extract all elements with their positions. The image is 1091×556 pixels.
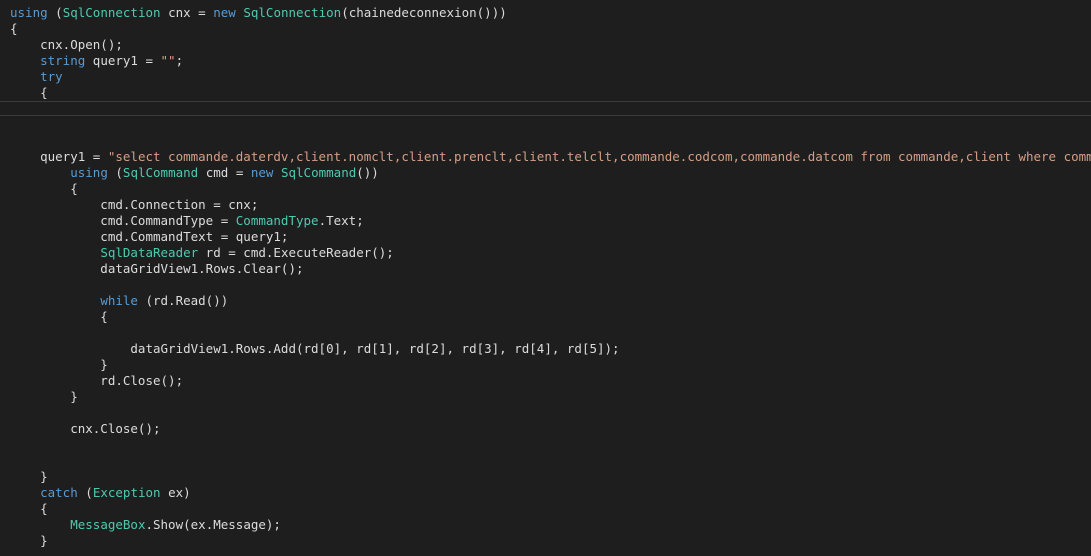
code-token: cmd.CommandType = (10, 213, 236, 228)
code-token: dataGridView1.Rows.Add(rd[0], rd[1], rd[… (10, 341, 620, 356)
code-line[interactable]: { (10, 309, 1091, 325)
code-line[interactable]: try (10, 69, 1091, 85)
code-line[interactable]: using (SqlConnection cnx = new SqlConnec… (10, 5, 1091, 21)
code-line[interactable] (10, 325, 1091, 341)
code-token: ex) (160, 485, 191, 500)
code-token: } (10, 389, 78, 404)
code-token: } (10, 357, 108, 372)
code-line[interactable]: dataGridView1.Rows.Clear(); (10, 261, 1091, 277)
code-token: cnx.Close(); (10, 421, 161, 436)
code-line[interactable]: { (10, 501, 1091, 517)
code-line[interactable]: while (rd.Read()) (10, 293, 1091, 309)
code-token: SqlConnection (62, 5, 161, 20)
code-token: SqlDataReader (100, 245, 199, 260)
code-token: try (40, 69, 63, 84)
code-line[interactable]: cmd.CommandType = CommandType.Text; (10, 213, 1091, 229)
code-token: using (70, 165, 108, 180)
code-token: dataGridView1.Rows.Clear(); (10, 261, 304, 276)
code-token: "select commande.daterdv,client.nomclt,c… (107, 149, 1091, 164)
code-token: using (10, 5, 48, 20)
code-line[interactable]: { (10, 85, 1091, 101)
code-token: cmd.CommandText = query1; (10, 229, 289, 244)
code-line[interactable]: cnx.Close(); (10, 421, 1091, 437)
code-token: ()) (356, 165, 379, 180)
code-line[interactable]: cmd.Connection = cnx; (10, 197, 1091, 213)
code-token: cnx.Open(); (10, 37, 123, 52)
code-line[interactable]: string query1 = ""; (10, 53, 1091, 69)
code-line[interactable]: } (10, 357, 1091, 373)
code-line[interactable]: rd.Close(); (10, 373, 1091, 389)
code-token: string (40, 53, 86, 68)
code-token: SqlCommand (280, 165, 357, 180)
code-line[interactable]: dataGridView1.Rows.Add(rd[0], rd[1], rd[… (10, 341, 1091, 357)
code-token: { (10, 181, 78, 196)
code-line[interactable] (10, 453, 1091, 469)
code-token: while (100, 293, 138, 308)
code-token: { (10, 309, 108, 324)
code-line[interactable]: SqlDataReader rd = cmd.ExecuteReader(); (10, 245, 1091, 261)
code-token: ( (47, 5, 63, 20)
code-token: catch (40, 485, 78, 500)
code-token: } (10, 533, 48, 548)
code-line[interactable]: { (10, 181, 1091, 197)
code-token: new (213, 5, 236, 20)
code-line[interactable] (10, 277, 1091, 293)
code-token: Exception (92, 485, 161, 500)
code-token: query1 = (10, 149, 108, 164)
code-line[interactable] (10, 101, 1091, 117)
code-token: { (10, 501, 48, 516)
code-line[interactable]: cmd.CommandText = query1; (10, 229, 1091, 245)
code-token: .Show(ex.Message); (145, 517, 281, 532)
code-token: MessageBox (70, 517, 146, 532)
code-token: rd.Close(); (10, 373, 184, 388)
code-token: { (10, 21, 18, 36)
code-token: } (10, 469, 48, 484)
code-token: ( (107, 165, 123, 180)
code-token: (chainedeconnexion())) (341, 5, 507, 20)
code-line[interactable]: } (10, 469, 1091, 485)
code-line[interactable] (10, 133, 1091, 149)
code-line[interactable]: { (10, 21, 1091, 37)
code-token: ( (77, 485, 93, 500)
code-line[interactable]: query1 = "select commande.daterdv,client… (10, 149, 1091, 165)
code-line[interactable]: catch (Exception ex) (10, 485, 1091, 501)
code-token: .Text; (318, 213, 364, 228)
code-line[interactable] (10, 437, 1091, 453)
code-line[interactable]: cnx.Open(); (10, 37, 1091, 53)
code-token: cnx = (160, 5, 214, 20)
code-token: "" (160, 53, 176, 68)
code-token: (rd.Read()) (137, 293, 229, 308)
code-token: rd = cmd.ExecuteReader(); (198, 245, 394, 260)
code-token: CommandType (235, 213, 319, 228)
code-token: query1 = (85, 53, 161, 68)
code-token: SqlCommand (122, 165, 199, 180)
code-token: cmd = (198, 165, 251, 180)
code-token: cmd.Connection = cnx; (10, 197, 259, 212)
code-line[interactable]: } (10, 533, 1091, 549)
code-token: new (250, 165, 274, 180)
code-text[interactable]: using (SqlConnection cnx = new SqlConnec… (10, 5, 1091, 549)
code-line[interactable] (10, 405, 1091, 421)
code-editor[interactable]: using (SqlConnection cnx = new SqlConnec… (0, 0, 1091, 556)
code-line[interactable]: using (SqlCommand cmd = new SqlCommand()… (10, 165, 1091, 181)
code-token: SqlConnection (243, 5, 342, 20)
code-token: ; (175, 53, 184, 68)
code-line[interactable] (10, 117, 1091, 133)
code-line[interactable]: MessageBox.Show(ex.Message); (10, 517, 1091, 533)
code-token: { (10, 85, 48, 100)
code-line[interactable]: } (10, 389, 1091, 405)
